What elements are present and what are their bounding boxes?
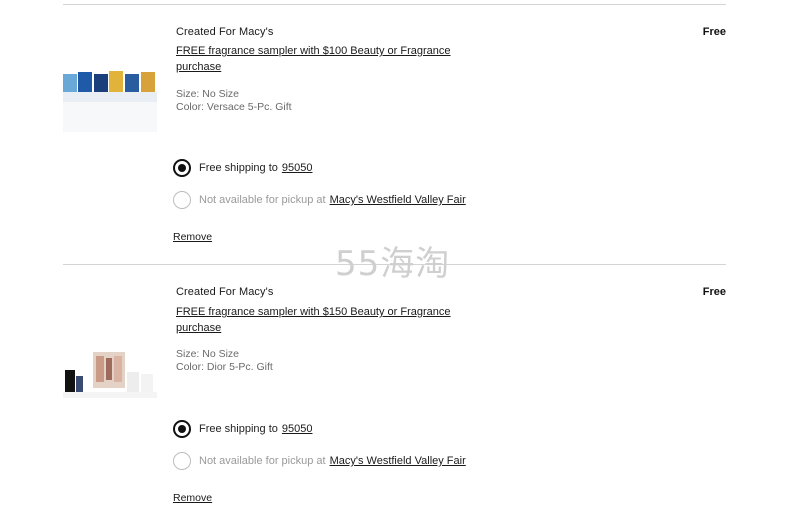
product-color: Color: Dior 5-Pc. Gift xyxy=(176,361,273,373)
shipping-option[interactable]: Free shipping to 95050 xyxy=(173,419,312,439)
shipping-radio[interactable] xyxy=(173,159,191,177)
pickup-radio xyxy=(173,191,191,209)
pickup-label: Not available for pickup at xyxy=(199,194,326,206)
product-title-link[interactable]: FREE fragrance sampler with $100 Beauty … xyxy=(176,43,476,75)
zip-code-link[interactable]: 95050 xyxy=(282,423,313,435)
product-price: Free xyxy=(702,26,726,38)
shipping-option[interactable]: Free shipping to 95050 xyxy=(173,158,312,178)
product-brand: Created For Macy's xyxy=(176,286,274,298)
watermark: 55海淘 xyxy=(335,244,451,284)
shipping-radio[interactable] xyxy=(173,420,191,438)
product-price: Free xyxy=(702,286,726,298)
store-link[interactable]: Macy's Westfield Valley Fair xyxy=(330,455,466,467)
store-link[interactable]: Macy's Westfield Valley Fair xyxy=(330,194,466,206)
remove-button[interactable]: Remove xyxy=(173,231,212,243)
product-title-link[interactable]: FREE fragrance sampler with $150 Beauty … xyxy=(176,304,476,336)
product-size: Size: No Size xyxy=(176,88,240,100)
top-divider xyxy=(63,4,726,5)
pickup-label: Not available for pickup at xyxy=(199,455,326,467)
product-color: Color: Versace 5-Pc. Gift xyxy=(176,101,292,113)
pickup-radio xyxy=(173,452,191,470)
product-image-versace-gift[interactable] xyxy=(63,62,157,142)
shipping-label: Free shipping to xyxy=(199,423,278,435)
product-image-dior-gift[interactable] xyxy=(63,352,157,398)
product-size: Size: No Size xyxy=(176,348,240,360)
shipping-label: Free shipping to xyxy=(199,162,278,174)
pickup-option: Not available for pickup at Macy's Westf… xyxy=(173,451,466,471)
zip-code-link[interactable]: 95050 xyxy=(282,162,313,174)
product-brand: Created For Macy's xyxy=(176,26,274,38)
pickup-option: Not available for pickup at Macy's Westf… xyxy=(173,190,466,210)
remove-button[interactable]: Remove xyxy=(173,492,212,504)
